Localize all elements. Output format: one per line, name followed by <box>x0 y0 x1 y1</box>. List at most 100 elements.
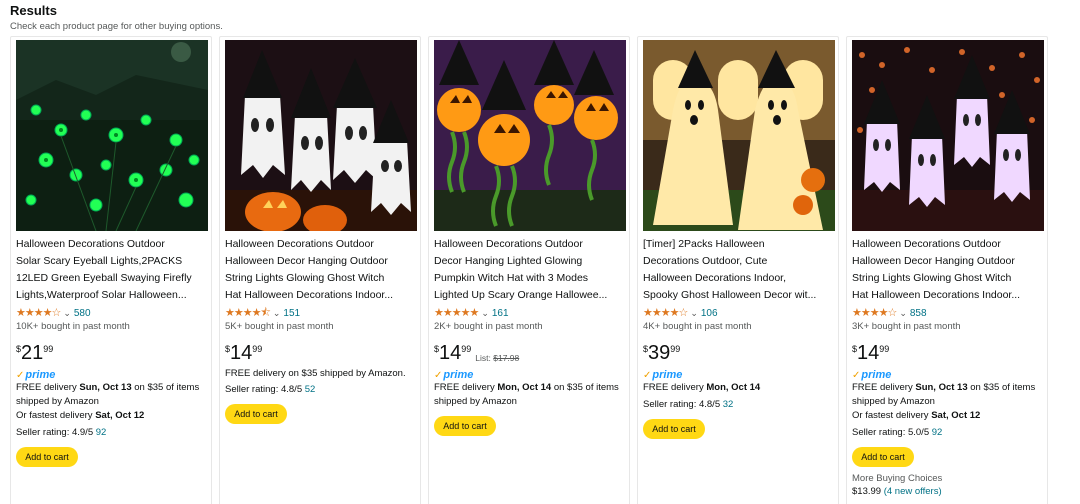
product-card: Halloween Decorations Outdoor Halloween … <box>219 36 421 504</box>
rating-row[interactable]: ★★★★★ ⌄ 161 <box>434 306 509 320</box>
price[interactable]: $ 14 99 <box>852 342 889 364</box>
delivery-info: FREE delivery Mon, Oct 14 <box>643 381 838 395</box>
product-image[interactable] <box>643 40 835 231</box>
delivery-info: FREE delivery on $35 shipped by Amazon. <box>225 367 420 381</box>
seller-rating-count[interactable]: 92 <box>932 427 943 438</box>
add-to-cart-button[interactable]: Add to cart <box>225 404 287 424</box>
chevron-down-icon[interactable]: ⌄ <box>273 308 281 319</box>
price[interactable]: $ 14 99 List: $17.98 <box>434 342 519 364</box>
product-title[interactable]: Halloween Decorations Outdoor Decor Hang… <box>434 236 626 287</box>
seller-rating-count[interactable]: 52 <box>305 384 316 395</box>
delivery-prefix: FREE delivery <box>643 382 707 393</box>
rating-count[interactable]: 858 <box>910 308 927 319</box>
add-to-cart-button[interactable]: Add to cart <box>643 419 705 439</box>
seller-rating: Seller rating: 4.8/5 32 <box>643 398 838 412</box>
price[interactable]: $ 39 99 <box>643 342 680 364</box>
delivery-date: Mon, Oct 14 <box>497 382 552 393</box>
seller-rating: Seller rating: 5.0/5 92 <box>852 426 1047 440</box>
price-whole: 21 <box>21 342 44 364</box>
price[interactable]: $ 14 99 <box>225 342 262 364</box>
title-line: String Lights Glowing Ghost Witch <box>852 272 1012 284</box>
product-card: Halloween Decorations Outdoor Halloween … <box>846 36 1048 504</box>
add-to-cart-button[interactable]: Add to cart <box>16 447 78 467</box>
rating-count[interactable]: 161 <box>492 308 509 319</box>
seller-rating-label: Seller rating: 4.8/5 <box>643 399 723 410</box>
add-to-cart-button[interactable]: Add to cart <box>434 416 496 436</box>
prime-text: prime <box>652 369 683 381</box>
fastest-delivery: Or fastest delivery Sat, Oct 12 <box>16 409 211 423</box>
product-card: [Timer] 2Packs Halloween Decorations Out… <box>637 36 839 504</box>
title-line: 12LED Green Eyeball Swaying Firefly <box>16 272 192 284</box>
title-line: Decor Hanging Lighted Glowing <box>434 255 583 267</box>
price-whole: 14 <box>857 342 880 364</box>
delivery-date: Sun, Oct 13 <box>79 382 132 393</box>
product-image[interactable] <box>434 40 626 231</box>
delivery-prefix: FREE delivery <box>16 382 80 393</box>
title-line: Pumpkin Witch Hat with 3 Modes <box>434 272 589 284</box>
product-title-continued[interactable]: Lighted Up Scary Orange Hallowee... <box>434 287 626 304</box>
prime-check-icon: ✓ <box>852 369 861 381</box>
bought-count: 3K+ bought in past month <box>852 321 961 332</box>
add-to-cart-button[interactable]: Add to cart <box>852 447 914 467</box>
product-image[interactable] <box>16 40 208 231</box>
prime-text: prime <box>861 369 892 381</box>
product-title-continued[interactable]: Hat Halloween Decorations Indoor... <box>225 287 417 304</box>
product-card: Halloween Decorations Outdoor Decor Hang… <box>428 36 630 504</box>
title-line: Lights,Waterproof Solar Halloween... <box>16 289 187 301</box>
chevron-down-icon[interactable]: ⌄ <box>481 308 489 319</box>
product-title[interactable]: Halloween Decorations Outdoor Solar Scar… <box>16 236 208 287</box>
title-line: [Timer] 2Packs Halloween <box>643 238 765 250</box>
seller-rating-count[interactable]: 32 <box>723 399 734 410</box>
bought-count: 2K+ bought in past month <box>434 321 543 332</box>
rating-count[interactable]: 106 <box>701 308 718 319</box>
fastest-date: Sat, Oct 12 <box>931 410 981 421</box>
title-line: Hat Halloween Decorations Indoor... <box>852 289 1021 301</box>
seller-rating-label: Seller rating: 4.9/5 <box>16 427 96 438</box>
title-line: Halloween Decorations Outdoor <box>434 238 583 250</box>
price-whole: 14 <box>439 342 462 364</box>
delivery-info: FREE delivery Sun, Oct 13 on $35 of item… <box>16 381 211 409</box>
title-line: Halloween Decorations Indoor, <box>643 272 787 284</box>
ghost-decor-image <box>643 40 835 231</box>
product-title-continued[interactable]: Hat Halloween Decorations Indoor... <box>852 287 1044 304</box>
bought-count: 5K+ bought in past month <box>225 321 334 332</box>
chevron-down-icon[interactable]: ⌄ <box>63 308 71 319</box>
offer-line: $13.99 (4 new offers) <box>852 485 1047 499</box>
seller-rating-label: Seller rating: 5.0/5 <box>852 427 932 438</box>
prime-check-icon: ✓ <box>16 369 25 381</box>
star-rating-icon: ★★★★⯪ <box>225 307 271 319</box>
product-title[interactable]: Halloween Decorations Outdoor Halloween … <box>852 236 1044 287</box>
seller-rating-count[interactable]: 92 <box>96 427 107 438</box>
rating-row[interactable]: ★★★★☆ ⌄ 106 <box>643 306 718 320</box>
title-line: Halloween Decorations Outdoor <box>16 238 165 250</box>
title-line: Lighted Up Scary Orange Hallowee... <box>434 289 608 301</box>
delivery-date: Mon, Oct 14 <box>706 382 761 393</box>
product-image[interactable] <box>852 40 1044 231</box>
title-line: Halloween Decorations Outdoor <box>225 238 374 250</box>
product-title-continued[interactable]: Spooky Ghost Halloween Decor wit... <box>643 287 835 304</box>
ghost-string-lights-image <box>852 40 1044 231</box>
chevron-down-icon[interactable]: ⌄ <box>899 308 907 319</box>
rating-row[interactable]: ★★★★☆ ⌄ 580 <box>16 306 91 320</box>
price[interactable]: $ 21 99 <box>16 342 53 364</box>
chevron-down-icon[interactable]: ⌄ <box>690 308 698 319</box>
title-line: Hat Halloween Decorations Indoor... <box>225 289 394 301</box>
rating-row[interactable]: ★★★★☆ ⌄ 858 <box>852 306 927 320</box>
results-title: Results <box>10 3 57 18</box>
rating-count[interactable]: 151 <box>283 308 300 319</box>
product-title[interactable]: [Timer] 2Packs Halloween Decorations Out… <box>643 236 835 287</box>
eyeball-lights-image <box>16 40 208 231</box>
star-rating-icon: ★★★★☆ <box>16 307 61 319</box>
title-line: Halloween Decor Hanging Outdoor <box>225 255 388 267</box>
price-fraction: 99 <box>43 344 54 354</box>
product-title[interactable]: Halloween Decorations Outdoor Halloween … <box>225 236 417 287</box>
product-image[interactable] <box>225 40 417 231</box>
rating-row[interactable]: ★★★★⯪ ⌄ 151 <box>225 306 300 320</box>
rating-count[interactable]: 580 <box>74 308 91 319</box>
title-line: Halloween Decor Hanging Outdoor <box>852 255 1015 267</box>
product-title-continued[interactable]: Lights,Waterproof Solar Halloween... <box>16 287 208 304</box>
title-line: Decorations Outdoor, Cute <box>643 255 768 267</box>
price-fraction: 99 <box>879 344 890 354</box>
new-offers-link[interactable]: (4 new offers) <box>884 486 942 497</box>
list-price-value: $17.98 <box>493 353 520 363</box>
